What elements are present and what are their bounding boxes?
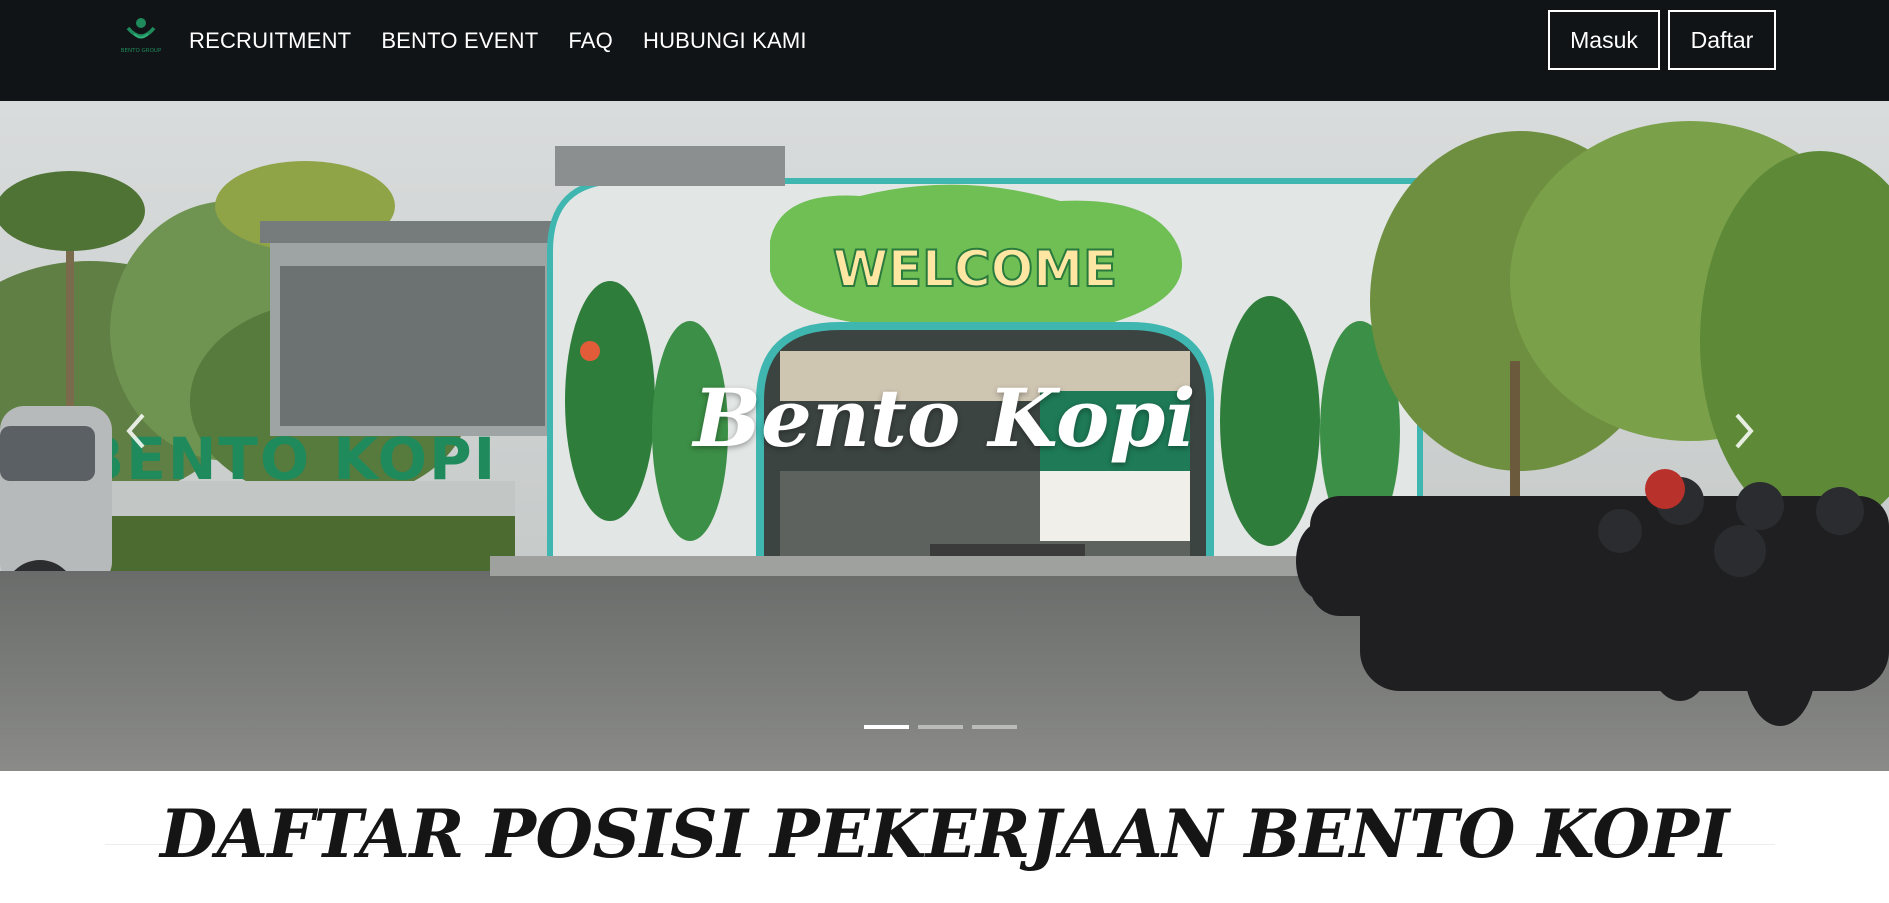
bento-group-logo[interactable]: BENTO GROUP <box>116 14 166 56</box>
section-title: DAFTAR POSISI PEKERJAAN BENTO KOPI <box>160 795 1730 873</box>
carousel-indicator-3[interactable] <box>972 725 1017 729</box>
hero-slide-title: Bento Kopi <box>693 371 1196 465</box>
auth-buttons: Masuk Daftar <box>1548 10 1776 70</box>
nav-recruitment[interactable]: RECRUITMENT <box>189 28 351 54</box>
nav-bento-event[interactable]: BENTO EVENT <box>381 28 538 54</box>
job-positions-section: DAFTAR POSISI PEKERJAAN BENTO KOPI <box>0 771 1889 903</box>
nav-hubungi-kami[interactable]: HUBUNGI KAMI <box>643 28 807 54</box>
top-navbar: BENTO GROUP RECRUITMENT BENTO EVENT FAQ … <box>0 0 1889 101</box>
carousel-prev-button[interactable] <box>115 401 155 461</box>
hero-carousel: BENTO KOPI WELCOME Bento Kopi <box>0 101 1889 771</box>
carousel-indicator-1[interactable] <box>864 725 909 729</box>
carousel-indicators <box>864 725 1017 729</box>
chevron-right-icon <box>1735 413 1754 449</box>
logo-text: BENTO GROUP <box>121 48 162 54</box>
hero-mural-text: WELCOME <box>833 240 1117 298</box>
carousel-next-button[interactable] <box>1725 401 1765 461</box>
chevron-left-icon <box>126 413 145 449</box>
register-button[interactable]: Daftar <box>1668 10 1776 70</box>
nav-faq[interactable]: FAQ <box>568 28 613 54</box>
carousel-indicator-2[interactable] <box>918 725 963 729</box>
main-nav: RECRUITMENT BENTO EVENT FAQ HUBUNGI KAMI <box>189 0 837 82</box>
login-button[interactable]: Masuk <box>1548 10 1660 70</box>
